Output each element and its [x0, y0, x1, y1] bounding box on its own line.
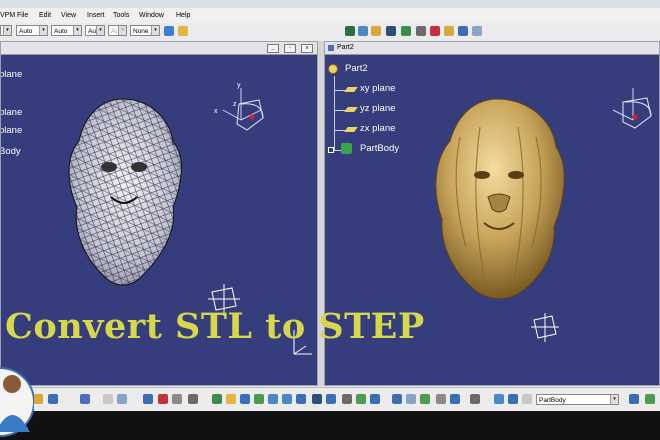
- menu-view[interactable]: View: [61, 12, 76, 19]
- assembly-icon[interactable]: [386, 26, 396, 36]
- tree-branch-line: [334, 76, 335, 151]
- transform-icon[interactable]: [629, 394, 639, 404]
- sketcher-icon[interactable]: [345, 26, 355, 36]
- sheet-metal-icon[interactable]: [430, 26, 440, 36]
- line-type-combo[interactable]: Aut ▾: [85, 25, 105, 36]
- compass-x-label: x: [214, 108, 218, 115]
- tools-icon[interactable]: [458, 26, 468, 36]
- pocket-icon[interactable]: [436, 394, 446, 404]
- menu-edit[interactable]: Edit: [39, 12, 51, 19]
- restore-button[interactable]: ▫: [284, 44, 296, 53]
- measure-icon[interactable]: [416, 26, 426, 36]
- normal-view-icon[interactable]: [296, 394, 306, 404]
- pad-icon[interactable]: [420, 394, 430, 404]
- properties-icon[interactable]: [178, 26, 188, 36]
- plane-icon: [344, 87, 358, 92]
- right-window-title: Part2: [337, 44, 354, 51]
- graphic-properties-toolbar: ▾ Auto ▾ Auto ▾ Aut ▾ Aut ▾ None ▾: [0, 23, 660, 42]
- point-type-combo[interactable]: Aut ▾: [108, 25, 127, 36]
- hole-icon[interactable]: [470, 394, 480, 404]
- tree-root[interactable]: Part2: [345, 63, 368, 74]
- help-icon[interactable]: [80, 394, 90, 404]
- iso-view-icon[interactable]: [312, 394, 322, 404]
- close-button[interactable]: x: [301, 44, 313, 53]
- menu-window[interactable]: Window: [139, 12, 164, 19]
- video-bottom-bar: [0, 411, 660, 440]
- left-tree-item[interactable]: plane: [1, 107, 22, 118]
- compass-icon[interactable]: y x z: [211, 80, 275, 140]
- tree-item-xy-plane[interactable]: xy plane: [360, 83, 395, 94]
- compass-icon[interactable]: [603, 80, 660, 140]
- tree-item-partbody[interactable]: PartBody: [360, 143, 399, 154]
- catalog-icon[interactable]: [143, 394, 153, 404]
- constraint-icon[interactable]: [406, 394, 416, 404]
- slot-icon[interactable]: [508, 394, 518, 404]
- eye-icon[interactable]: [472, 26, 482, 36]
- body-icon: [341, 143, 352, 154]
- swap-icon[interactable]: [356, 394, 366, 404]
- analysis-icon[interactable]: [401, 26, 411, 36]
- open-icon[interactable]: [33, 394, 43, 404]
- tools-icon[interactable]: [188, 394, 198, 404]
- menu-tools[interactable]: Tools: [113, 12, 129, 19]
- tree-item-zx-plane[interactable]: zx plane: [360, 123, 395, 134]
- rib-icon[interactable]: [494, 394, 504, 404]
- shading-icon[interactable]: [326, 394, 336, 404]
- left-tree-item[interactable]: plane: [1, 69, 22, 80]
- rotate-icon[interactable]: [254, 394, 264, 404]
- expand-icon[interactable]: [328, 147, 334, 153]
- scale-icon[interactable]: [645, 394, 655, 404]
- wireframe-icon[interactable]: [371, 26, 381, 36]
- undo-icon[interactable]: [48, 394, 58, 404]
- hide-show-icon[interactable]: [342, 394, 352, 404]
- line-thickness-combo[interactable]: Auto ▾: [51, 25, 82, 36]
- zoom-in-icon[interactable]: [268, 394, 278, 404]
- part-icon: [328, 45, 334, 51]
- plane-icon: [344, 107, 358, 112]
- sketch-icon[interactable]: [392, 394, 402, 404]
- menu-insert[interactable]: Insert: [87, 12, 105, 19]
- zoom-out-icon[interactable]: [282, 394, 292, 404]
- title-strip: [0, 0, 660, 8]
- pan-icon[interactable]: [240, 394, 250, 404]
- right-window-titlebar: Part2: [325, 42, 659, 55]
- presenter-avatar: [0, 367, 34, 437]
- left-tree-item[interactable]: Body: [1, 146, 21, 157]
- menu-vpm[interactable]: VPM: [0, 12, 15, 19]
- plane-icon: [344, 127, 358, 132]
- render-icon[interactable]: [370, 394, 380, 404]
- compass-z-label: z: [233, 101, 237, 108]
- part-root-icon: [328, 64, 338, 74]
- step-solid-model[interactable]: [430, 97, 570, 302]
- define-work-object-icon[interactable]: [522, 394, 532, 404]
- sheet-icon[interactable]: [158, 394, 168, 404]
- left-tree-item[interactable]: plane: [1, 125, 22, 136]
- part-design-icon[interactable]: [358, 26, 368, 36]
- comment-icon[interactable]: [117, 394, 127, 404]
- minimize-button[interactable]: _: [267, 44, 279, 53]
- fly-icon[interactable]: [212, 394, 222, 404]
- painter-icon[interactable]: [164, 26, 174, 36]
- shaft-icon[interactable]: [450, 394, 460, 404]
- measure-icon[interactable]: [172, 394, 182, 404]
- transparency-combo[interactable]: Auto ▾: [16, 25, 48, 36]
- video-overlay-title: Convert STL to STEP: [5, 306, 425, 347]
- origin-marker-icon: [531, 313, 559, 342]
- color-combo[interactable]: ▾: [0, 25, 12, 36]
- fit-all-icon[interactable]: [226, 394, 236, 404]
- layer-combo[interactable]: None ▾: [130, 25, 160, 36]
- compass-y-label: y: [237, 82, 241, 89]
- menu-bar: VPM File Edit View Insert Tools Window H…: [0, 8, 660, 24]
- bottom-toolbar: PartBody ▾: [0, 387, 660, 412]
- menu-file[interactable]: File: [17, 12, 28, 19]
- stl-mesh-model[interactable]: [61, 97, 191, 292]
- formula-icon[interactable]: [103, 394, 113, 404]
- tree-item-yz-plane[interactable]: yz plane: [360, 103, 395, 114]
- shape-icon[interactable]: [444, 26, 454, 36]
- left-window-titlebar: _ ▫ x: [1, 42, 317, 55]
- body-select[interactable]: PartBody ▾: [536, 394, 619, 405]
- menu-help[interactable]: Help: [176, 12, 190, 19]
